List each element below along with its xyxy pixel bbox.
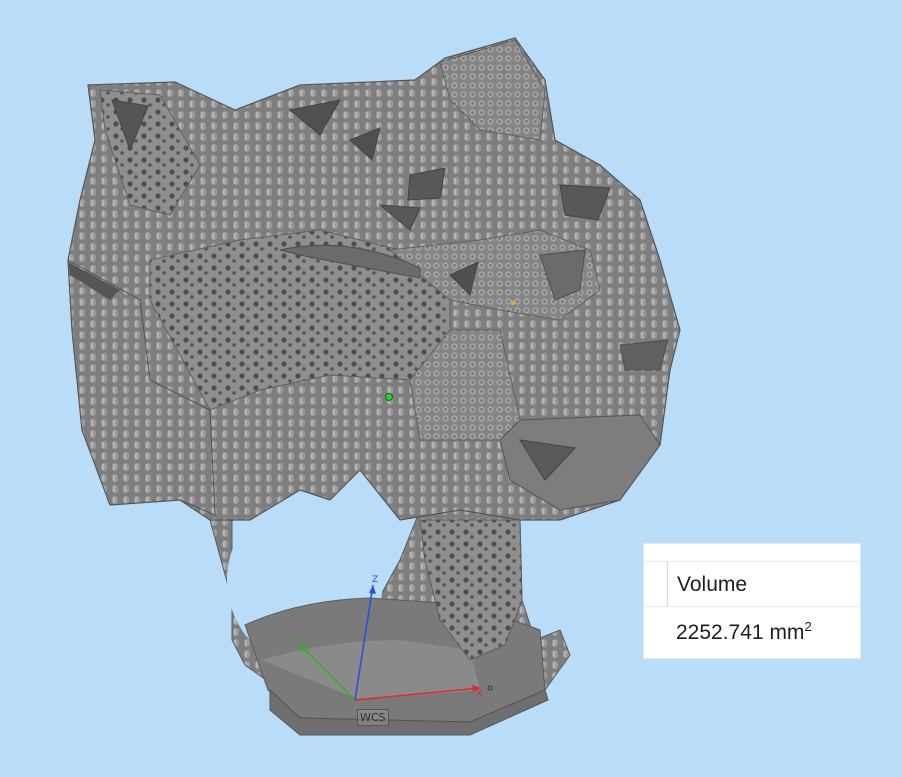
model-render[interactable]: Y Z X	[0, 0, 902, 777]
volume-unit: mm	[769, 621, 805, 644]
y-axis-label: Y	[296, 635, 303, 645]
x-axis-label: X	[476, 689, 482, 699]
ring-shank	[209, 495, 571, 736]
column-divider	[667, 562, 668, 606]
measurement-panel: Volume 2252.741 mm2	[643, 543, 861, 659]
volume-header-label: Volume	[677, 573, 748, 596]
volume-unit-exponent: 2	[804, 619, 812, 634]
volume-column-header[interactable]: Volume	[644, 561, 860, 607]
picked-point-marker	[385, 393, 393, 401]
3d-viewport[interactable]: Y Z X WCS	[0, 0, 902, 777]
z-axis-label: Z	[372, 575, 378, 585]
volume-value-cell: 2252.741 mm2	[676, 619, 812, 645]
wcs-label: WCS	[357, 709, 389, 726]
panther-head	[67, 37, 681, 521]
volume-value: 2252.741	[676, 621, 764, 644]
pivot-marker	[511, 301, 515, 305]
